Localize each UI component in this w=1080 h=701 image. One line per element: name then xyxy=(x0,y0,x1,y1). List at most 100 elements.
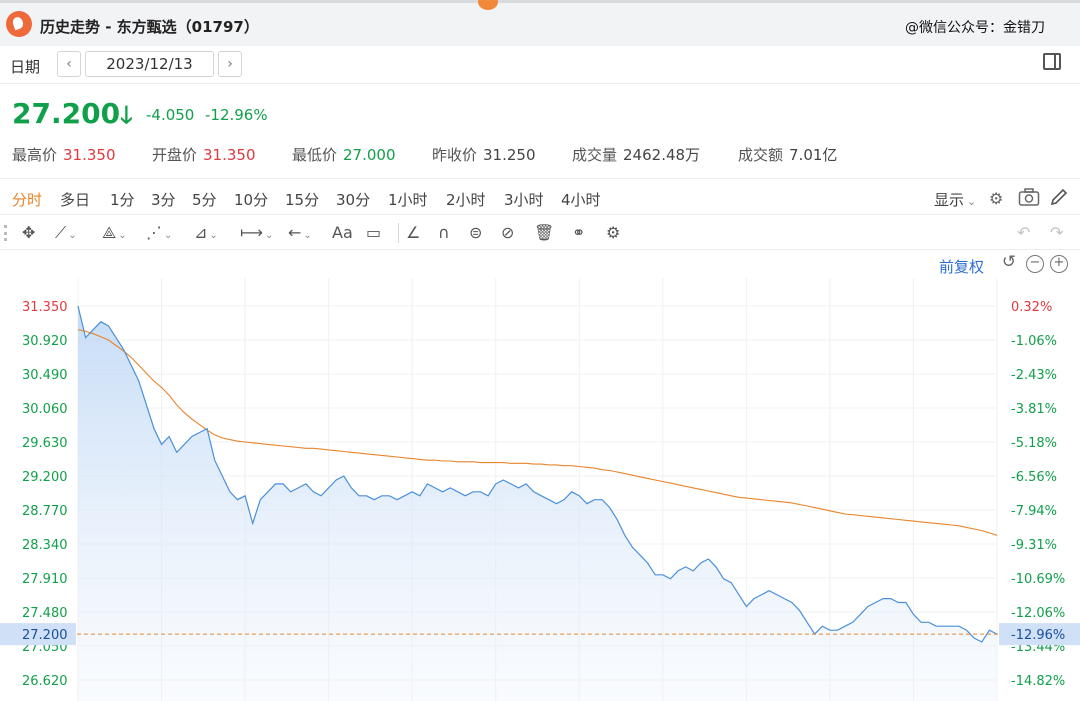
tab-5min[interactable]: 5分 xyxy=(192,189,217,210)
y-tick-right: 0.32% xyxy=(1011,300,1052,315)
stat-label: 开盘价 xyxy=(152,146,198,164)
stat-low: 最低价 27.000 xyxy=(292,144,396,165)
wave-tool-icon[interactable]: ⋰ ⌄ xyxy=(146,223,172,243)
settings-icon[interactable]: ⚙ xyxy=(989,189,1003,208)
tab-intraday[interactable]: 分时 xyxy=(12,189,42,210)
tab-30min[interactable]: 30分 xyxy=(336,189,370,210)
toolbar-separator xyxy=(398,223,399,243)
toolbar-settings-icon[interactable]: ⚙ xyxy=(606,223,620,243)
watermark-text: @微信公众号：金错刀 xyxy=(905,20,1045,36)
y-tick-left: 29.630 xyxy=(22,436,68,451)
next-date-button[interactable]: › xyxy=(218,51,242,77)
chevron-down-icon: ⌄ xyxy=(967,195,977,208)
y-tick-left: 30.060 xyxy=(22,402,68,417)
stat-label: 最低价 xyxy=(292,146,338,164)
stat-value: 7.01亿 xyxy=(789,146,838,164)
price-value: 27.200 xyxy=(12,97,121,130)
drawing-toolbar: ✥ ⟋ ⌄ ⟁ ⌄ ⋰ ⌄ ⊿ ⌄ ⟼ ⌄ ← ⌄ Aa ▭ ∠ ∩ ⊜ ⊘ 🗑 ⚭ ⚙ ↶… xyxy=(0,214,1080,250)
redo-icon[interactable]: ↷ xyxy=(1050,223,1063,243)
y-tick-left: 28.340 xyxy=(22,538,68,553)
y-tick-right: -3.81% xyxy=(1011,402,1057,417)
brush-tool-icon[interactable]: ∠ xyxy=(406,223,420,243)
y-tick-right: -6.56% xyxy=(1011,470,1057,485)
comment-tool-icon[interactable]: ▭ xyxy=(366,223,381,243)
text-tool-icon[interactable]: Aa xyxy=(332,223,353,243)
adjust-mode-link[interactable]: 前复权 xyxy=(939,256,984,277)
stat-value: 2462.48万 xyxy=(623,146,701,164)
current-pct-label: -12.96% xyxy=(1011,628,1065,643)
current-price: 27.200🡓 xyxy=(12,97,133,139)
tab-3hour[interactable]: 3小时 xyxy=(504,189,544,210)
stat-volume: 成交量 2462.48万 xyxy=(572,144,700,165)
side-panel-icon[interactable] xyxy=(1043,53,1061,70)
down-arrow-icon: 🡓 xyxy=(120,101,133,129)
stats-row: 最高价 31.350 开盘价 31.350 最低价 27.000 昨收价 31.250 … xyxy=(0,140,1080,166)
stat-high: 最高价 31.350 xyxy=(12,144,116,165)
undo-icon[interactable]: ↶ xyxy=(1017,223,1030,243)
pencil-icon[interactable] xyxy=(1049,187,1069,211)
compare-icon[interactable]: ⚭ xyxy=(572,223,585,243)
channel-tool-icon[interactable]: ⟁ ⌄ xyxy=(102,223,127,243)
zoom-in-icon[interactable]: + xyxy=(1050,255,1068,273)
notification-dot-icon xyxy=(478,0,498,10)
hide-drawing-icon[interactable]: ⊘ xyxy=(501,223,514,243)
stat-label: 成交额 xyxy=(738,146,784,164)
tab-15min[interactable]: 15分 xyxy=(285,189,319,210)
display-label: 显示 xyxy=(934,191,965,209)
price-change: -4.050 xyxy=(146,106,195,124)
intraday-chart[interactable]: 31.350 30.920 30.490 30.060 29.630 29.200 28.7… xyxy=(0,278,1080,701)
magnet-icon[interactable]: ∩ xyxy=(438,223,450,243)
lock-drawing-icon[interactable]: ⊜ xyxy=(469,223,482,243)
y-tick-right: -2.43% xyxy=(1011,368,1057,383)
stat-value: 31.250 xyxy=(483,146,536,164)
y-tick-left: 30.920 xyxy=(22,334,68,349)
prev-date-button[interactable]: ‹ xyxy=(57,51,81,77)
y-tick-left: 27.910 xyxy=(22,572,68,587)
y-tick-right: -5.18% xyxy=(1011,436,1057,451)
stat-label: 成交量 xyxy=(572,146,618,164)
y-tick-right: -12.06% xyxy=(1011,606,1065,621)
y-tick-left: 26.620 xyxy=(22,674,68,689)
move-icon[interactable]: ✥ xyxy=(22,223,35,243)
tab-2hour[interactable]: 2小时 xyxy=(446,189,486,210)
tab-10min[interactable]: 10分 xyxy=(234,189,268,210)
stat-open: 开盘价 31.350 xyxy=(152,144,256,165)
tab-3min[interactable]: 3分 xyxy=(151,189,176,210)
tab-1min[interactable]: 1分 xyxy=(110,189,135,210)
date-bar: 日期 ‹ 2023/12/13 › xyxy=(0,46,1080,84)
reset-zoom-icon[interactable]: ↺ xyxy=(1000,254,1018,273)
display-dropdown[interactable]: 显示 ⌄ xyxy=(934,189,976,210)
measure-tool-icon[interactable]: ⟼ ⌄ xyxy=(240,223,273,243)
stat-prev-close: 昨收价 31.250 xyxy=(432,144,536,165)
fibonacci-tool-icon[interactable]: ⊿ ⌄ xyxy=(194,223,218,243)
date-label: 日期 xyxy=(10,58,41,76)
toolbar-grip-icon[interactable] xyxy=(4,225,7,241)
y-tick-right: -10.69% xyxy=(1011,572,1065,587)
app-logo-icon xyxy=(6,11,32,37)
title-bar: 历史走势 - 东方甄选（01797） @微信公众号：金错刀 xyxy=(0,0,1080,46)
stat-label: 昨收价 xyxy=(432,146,478,164)
y-tick-left: 30.490 xyxy=(22,368,68,383)
zoom-out-icon[interactable]: − xyxy=(1026,255,1044,273)
camera-icon[interactable] xyxy=(1018,187,1040,211)
arrow-tool-icon[interactable]: ← ⌄ xyxy=(288,223,312,243)
y-tick-left: 29.200 xyxy=(22,470,68,485)
date-input[interactable]: 2023/12/13 xyxy=(85,51,214,77)
stat-label: 最高价 xyxy=(12,146,58,164)
tab-multi-day[interactable]: 多日 xyxy=(60,189,90,210)
line-tool-icon[interactable]: ⟋ ⌄ xyxy=(55,223,77,243)
y-tick-right: -7.94% xyxy=(1011,504,1057,519)
y-tick-left: 28.770 xyxy=(22,504,68,519)
tab-1hour[interactable]: 1小时 xyxy=(388,189,428,210)
y-tick-left: 31.350 xyxy=(22,300,68,315)
current-price-label: 27.200 xyxy=(22,628,68,643)
stat-turnover: 成交额 7.01亿 xyxy=(738,144,837,165)
trash-icon[interactable]: 🗑 xyxy=(534,223,554,243)
stat-value: 31.350 xyxy=(203,146,256,164)
y-tick-right: -14.82% xyxy=(1011,674,1065,689)
y-tick-right: -9.31% xyxy=(1011,538,1057,553)
tab-4hour[interactable]: 4小时 xyxy=(561,189,601,210)
stat-value: 31.350 xyxy=(63,146,116,164)
period-tabs: 分时 多日 1分 3分 5分 10分 15分 30分 1小时 2小时 3小时 4… xyxy=(0,178,1080,214)
y-tick-left: 27.480 xyxy=(22,606,68,621)
